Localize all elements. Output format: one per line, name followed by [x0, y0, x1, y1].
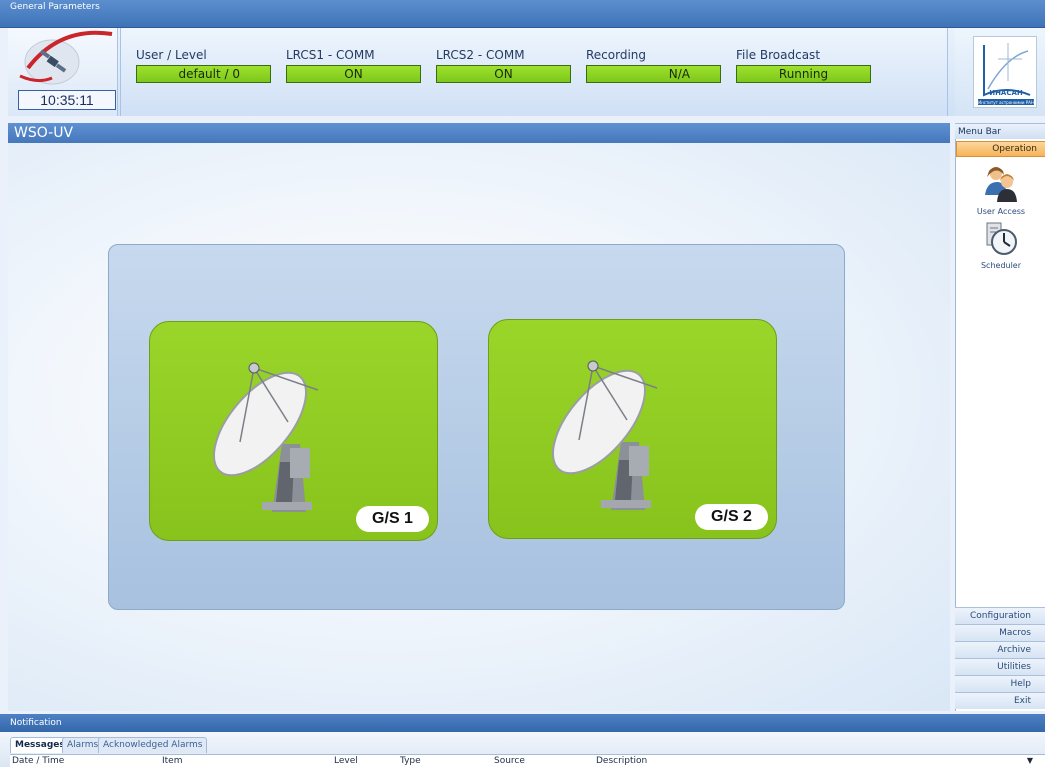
- column-header-date-time[interactable]: Date / Time: [12, 755, 64, 767]
- main-title-bar: WSO-UV: [8, 123, 950, 143]
- param-value: ON: [286, 65, 421, 83]
- organization-logo: ИНАСАН Институт астрономии РАН: [973, 36, 1037, 108]
- satellite-dish-icon: [212, 362, 319, 512]
- column-header-item[interactable]: Item: [162, 755, 183, 767]
- param-label: File Broadcast: [736, 48, 821, 62]
- param-file-broadcast: File Broadcast Running: [736, 48, 871, 83]
- general-parameters-title: General Parameters: [0, 0, 1045, 28]
- tab-acknowledged-alarms[interactable]: Acknowledged Alarms: [98, 737, 208, 753]
- param-lrcs2-comm: LRCS2 - COMM ON: [436, 48, 571, 83]
- clock-icon: [986, 222, 1017, 255]
- menu-archive[interactable]: Archive: [955, 641, 1045, 658]
- ground-station-card-1[interactable]: G/S 1: [149, 321, 438, 541]
- status-parameters: User / Level default / 0 LRCS1 - COMM ON…: [120, 28, 948, 116]
- organization-logo-text: ИНАСАН: [989, 89, 1023, 97]
- ground-station-label: G/S 2: [695, 504, 768, 530]
- param-label: LRCS1 - COMM: [286, 48, 375, 62]
- users-icon: [985, 167, 1017, 202]
- menu-item-label: User Access: [976, 207, 1026, 216]
- notification-title: Notification: [0, 714, 1045, 732]
- organization-logo-subtext: Институт астрономии РАН: [978, 100, 1034, 105]
- param-user-level: User / Level default / 0: [136, 48, 271, 83]
- organization-logo-box: ИНАСАН Институт астрономии РАН: [955, 28, 1045, 116]
- column-header-description[interactable]: Description: [596, 755, 647, 767]
- notification-table-header: Date / Time Item Level Type Source Descr…: [10, 754, 1045, 767]
- param-label: LRCS2 - COMM: [436, 48, 525, 62]
- dropdown-arrow-icon[interactable]: ▼: [1027, 755, 1033, 767]
- menu-help[interactable]: Help: [955, 675, 1045, 692]
- menu-item-scheduler[interactable]: Scheduler: [956, 221, 1045, 270]
- param-recording: Recording N/A: [586, 48, 721, 83]
- main-workspace: G/S 1 G/S 2: [8, 143, 950, 711]
- menu-item-user-access[interactable]: User Access: [956, 165, 1045, 216]
- column-header-type[interactable]: Type: [400, 755, 421, 767]
- menu-item-label: Scheduler: [980, 261, 1022, 270]
- param-value: N/A: [586, 65, 721, 83]
- column-header-source[interactable]: Source: [494, 755, 525, 767]
- menu-configuration[interactable]: Configuration: [955, 607, 1045, 624]
- organization-logo-icon: [978, 43, 1034, 105]
- ground-station-card-2[interactable]: G/S 2: [488, 319, 777, 539]
- param-label: User / Level: [136, 48, 207, 62]
- param-value: Running: [736, 65, 871, 83]
- satellite-dish-icon: [551, 360, 658, 510]
- menu-exit[interactable]: Exit: [955, 692, 1045, 709]
- menu-bar-title: Menu Bar: [955, 123, 1045, 139]
- param-lrcs1-comm: LRCS1 - COMM ON: [286, 48, 421, 83]
- ground-station-label: G/S 1: [356, 506, 429, 532]
- system-clock: 10:35:11: [18, 90, 116, 110]
- satellite-globe-icon: [19, 30, 113, 85]
- tab-alarms[interactable]: Alarms: [62, 737, 104, 753]
- satellite-logo-box: 10:35:11: [8, 28, 118, 116]
- menu-utilities[interactable]: Utilities: [955, 658, 1045, 675]
- menu-macros[interactable]: Macros: [955, 624, 1045, 641]
- column-header-level[interactable]: Level: [334, 755, 358, 767]
- menu-operation[interactable]: Operation: [956, 141, 1045, 157]
- param-value: default / 0: [136, 65, 271, 83]
- param-label: Recording: [586, 48, 647, 62]
- tab-messages[interactable]: Messages: [10, 737, 70, 753]
- param-value: ON: [436, 65, 571, 83]
- ground-stations-panel: G/S 1 G/S 2: [108, 244, 845, 610]
